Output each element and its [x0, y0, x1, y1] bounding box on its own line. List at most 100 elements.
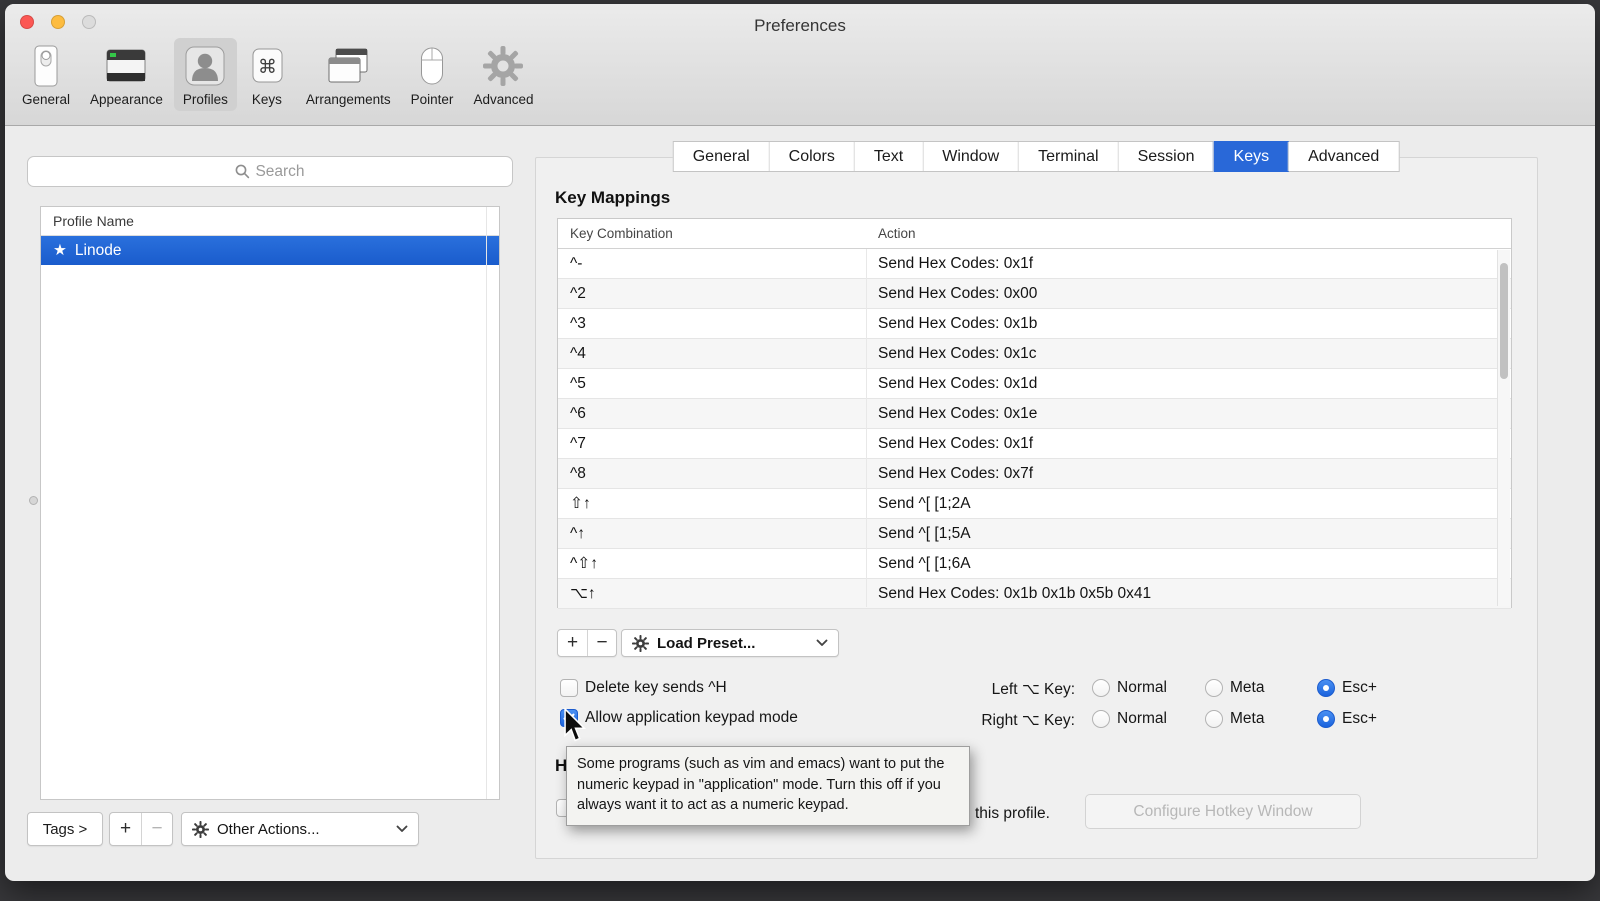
keypad-mode-label[interactable]: Allow application keypad mode — [585, 709, 798, 727]
action-cell: Send Hex Codes: 0x1d — [866, 375, 1511, 393]
left-option-normal-radio[interactable] — [1092, 679, 1110, 697]
remove-mapping-button[interactable]: − — [587, 630, 616, 656]
delete-key-label[interactable]: Delete key sends ^H — [585, 679, 727, 697]
key-combination-cell: ⇧↑ — [558, 494, 866, 513]
load-preset-popup[interactable]: Load Preset... — [621, 629, 839, 657]
profile-tab-bar: General Colors Text Window Terminal Sess… — [673, 141, 1400, 172]
delete-key-option: Delete key sends ^H — [560, 679, 727, 697]
load-preset-label: Load Preset... — [657, 635, 755, 652]
tab-colors[interactable]: Colors — [769, 142, 854, 171]
radio-label[interactable]: Esc+ — [1342, 710, 1377, 728]
key-combination-cell: ^3 — [558, 315, 866, 333]
right-option-esc: Esc+ — [1317, 710, 1377, 728]
remove-profile-button[interactable]: − — [141, 813, 172, 845]
table-row[interactable]: ^-Send Hex Codes: 0x1f — [558, 249, 1511, 279]
search-input[interactable]: Search — [27, 156, 513, 187]
radio-label[interactable]: Normal — [1117, 710, 1167, 728]
key-combination-cell: ^⇧↑ — [558, 554, 866, 573]
chevron-down-icon — [816, 639, 828, 647]
table-row[interactable]: ^⇧↑Send ^[ [1;6A — [558, 549, 1511, 579]
table-row[interactable]: ^3Send Hex Codes: 0x1b — [558, 309, 1511, 339]
left-option-meta-radio[interactable] — [1205, 679, 1223, 697]
tab-keys[interactable]: Keys — [1213, 141, 1290, 172]
add-remove-profile-segment: + − — [109, 812, 173, 846]
tags-button[interactable]: Tags > — [27, 812, 103, 846]
general-icon — [30, 42, 62, 90]
toolbar-item-pointer[interactable]: Pointer — [402, 38, 463, 111]
radio-label[interactable]: Normal — [1117, 679, 1167, 697]
key-mappings-table: Key Combination Action ^-Send Hex Codes:… — [557, 218, 1512, 608]
key-combination-cell: ^4 — [558, 345, 866, 363]
tab-general[interactable]: General — [674, 142, 769, 171]
tab-terminal[interactable]: Terminal — [1018, 142, 1117, 171]
table-row[interactable]: ^4Send Hex Codes: 0x1c — [558, 339, 1511, 369]
pane-splitter-handle[interactable] — [29, 496, 38, 505]
table-row[interactable]: ^6Send Hex Codes: 0x1e — [558, 399, 1511, 429]
table-scrollbar[interactable] — [1497, 250, 1510, 606]
key-combination-cell: ⌥↑ — [558, 584, 866, 603]
right-option-meta: Meta — [1205, 710, 1264, 728]
configure-hotkey-window-button[interactable]: Configure Hotkey Window — [1085, 794, 1361, 829]
profile-name: Linode — [75, 242, 122, 260]
action-cell: Send ^[ [1;6A — [866, 555, 1511, 573]
toolbar-item-label: General — [22, 92, 70, 107]
toolbar-item-profiles[interactable]: Profiles — [174, 38, 237, 111]
action-cell: Send Hex Codes: 0x1e — [866, 405, 1511, 423]
toolbar-item-label: Pointer — [411, 92, 454, 107]
profile-row-linode[interactable]: ★ Linode — [41, 236, 499, 265]
action-cell: Send Hex Codes: 0x1b 0x1b 0x5b 0x41 — [866, 585, 1511, 603]
key-combination-cell: ^2 — [558, 285, 866, 303]
toolbar-item-advanced[interactable]: Advanced — [464, 38, 542, 111]
right-option-esc-radio[interactable] — [1317, 710, 1335, 728]
add-mapping-button[interactable]: + — [558, 630, 587, 656]
table-row[interactable]: ⌥↑Send Hex Codes: 0x1b 0x1b 0x5b 0x41 — [558, 579, 1511, 609]
toolbar-item-general[interactable]: General — [13, 38, 79, 111]
action-cell: Send Hex Codes: 0x1f — [866, 255, 1511, 273]
add-profile-button[interactable]: + — [110, 813, 141, 845]
tab-advanced[interactable]: Advanced — [1288, 142, 1398, 171]
gear-icon — [632, 635, 649, 652]
gear-icon — [192, 821, 209, 838]
tab-session[interactable]: Session — [1118, 142, 1214, 171]
toolbar-item-appearance[interactable]: Appearance — [81, 38, 172, 111]
tab-window[interactable]: Window — [922, 142, 1018, 171]
other-actions-label: Other Actions... — [217, 821, 320, 838]
appearance-icon — [103, 42, 149, 90]
table-row[interactable]: ^7Send Hex Codes: 0x1f — [558, 429, 1511, 459]
right-option-meta-radio[interactable] — [1205, 710, 1223, 728]
radio-label[interactable]: Esc+ — [1342, 679, 1377, 697]
keypad-mode-tooltip: Some programs (such as vim and emacs) wa… — [566, 746, 970, 826]
hotkey-trailing-text: this profile. — [975, 805, 1050, 823]
chevron-down-icon — [396, 825, 408, 833]
key-combination-cell: ^7 — [558, 435, 866, 453]
radio-label[interactable]: Meta — [1230, 710, 1264, 728]
profile-list: Profile Name ★ Linode — [40, 206, 500, 800]
delete-key-checkbox[interactable] — [560, 679, 578, 697]
toolbar-item-arrangements[interactable]: Arrangements — [297, 38, 400, 111]
key-combination-cell: ^5 — [558, 375, 866, 393]
other-actions-popup[interactable]: Other Actions... — [181, 812, 419, 846]
toolbar-item-label: Appearance — [90, 92, 163, 107]
table-row[interactable]: ^5Send Hex Codes: 0x1d — [558, 369, 1511, 399]
action-cell: Send Hex Codes: 0x00 — [866, 285, 1511, 303]
toolbar-item-label: Advanced — [473, 92, 533, 107]
keys-icon: ⌘ — [248, 42, 286, 90]
star-icon: ★ — [53, 241, 67, 260]
table-row[interactable]: ^8Send Hex Codes: 0x7f — [558, 459, 1511, 489]
key-combination-cell: ^8 — [558, 465, 866, 483]
pointer-icon — [417, 42, 447, 90]
column-header-key-combination: Key Combination — [558, 226, 866, 241]
table-row[interactable]: ^2Send Hex Codes: 0x00 — [558, 279, 1511, 309]
toolbar-item-keys[interactable]: ⌘ Keys — [239, 38, 295, 111]
right-option-normal-radio[interactable] — [1092, 710, 1110, 728]
table-row[interactable]: ^↑Send ^[ [1;5A — [558, 519, 1511, 549]
left-option-key-label: Left ⌥ Key: — [940, 680, 1075, 699]
tab-text[interactable]: Text — [854, 142, 922, 171]
left-option-esc-radio[interactable] — [1317, 679, 1335, 697]
radio-label[interactable]: Meta — [1230, 679, 1264, 697]
arrangements-icon — [325, 42, 371, 90]
scrollbar-thumb[interactable] — [1500, 263, 1508, 379]
table-row[interactable]: ⇧↑Send ^[ [1;2A — [558, 489, 1511, 519]
svg-text:⌘: ⌘ — [258, 56, 277, 78]
right-option-key-label: Right ⌥ Key: — [940, 711, 1075, 730]
